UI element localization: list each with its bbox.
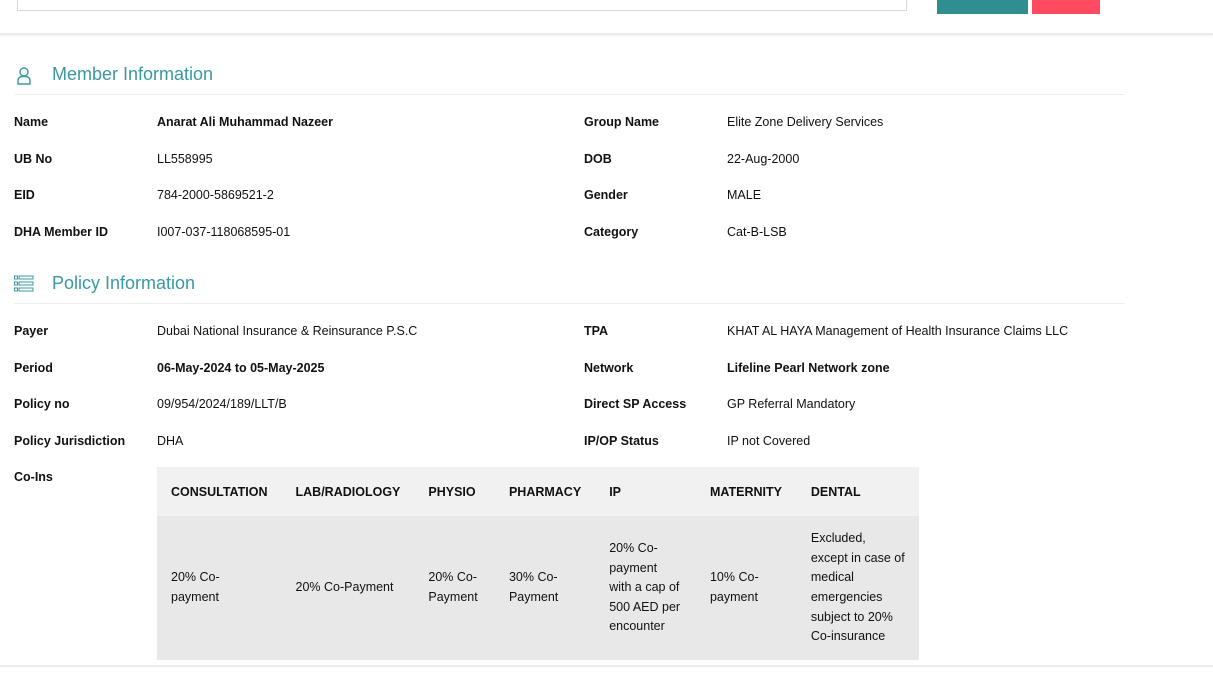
field-label: DOB	[584, 151, 612, 166]
user-icon	[17, 67, 31, 85]
field-label: Network	[584, 360, 634, 375]
coins-value: 30% Co-Payment	[494, 516, 596, 660]
coins-value: 20% Co-Payment	[414, 516, 495, 660]
field-value: Cat-B-LSB	[727, 224, 787, 239]
coinsurance-table: CONSULTATION LAB/RADIOLOGY PHYSIO PHARMACY I…	[157, 467, 919, 660]
coins-header: PHYSIO	[414, 467, 495, 516]
section-title: Member Information	[52, 64, 214, 84]
field-label: Direct SP Access	[584, 397, 687, 411]
coins-value: 20% Co-Payment	[281, 516, 415, 660]
search-input[interactable]	[17, 0, 907, 11]
coins-value: 20% Co-payment with a cap of 500 AED per…	[595, 516, 696, 660]
reset-button[interactable]	[1032, 0, 1100, 14]
field-label: Name	[14, 115, 49, 129]
field-value: 09/954/2024/189/LLT/B	[157, 397, 287, 411]
field-value: Elite Zone Delivery Services	[727, 115, 884, 129]
divider	[0, 665, 1213, 667]
field-label: EID	[14, 188, 35, 202]
divider	[0, 33, 1213, 35]
field-value: Lifeline Pearl Network zone	[727, 360, 890, 375]
coins-header: IP	[595, 467, 696, 516]
member-information-header: Member Information	[14, 64, 1125, 95]
coins-label: Co-Ins	[14, 470, 53, 484]
coins-header: CONSULTATION	[157, 467, 282, 516]
coins-header: LAB/RADIOLOGY	[281, 467, 415, 516]
field-label: DHA Member ID	[14, 224, 108, 239]
field-value: 784-2000-5869521-2	[157, 188, 274, 202]
field-label: Group Name	[584, 115, 660, 129]
coins-header: MATERNITY	[695, 467, 797, 516]
field-label: Policy no	[14, 397, 70, 411]
field-label: Category	[584, 224, 639, 239]
policy-information-header: Policy Information	[14, 273, 1125, 304]
field-value: IP not Covered	[727, 433, 811, 448]
field-label: Policy Jurisdiction	[14, 433, 126, 448]
field-value: Dubai National Insurance & Reinsurance P…	[157, 324, 418, 338]
field-label: Gender	[584, 188, 628, 202]
field-label: TPA	[584, 324, 609, 338]
field-value: MALE	[727, 188, 762, 202]
search-button[interactable]	[937, 0, 1028, 14]
field-value: 06-May-2024 to 05-May-2025	[157, 360, 325, 375]
field-value: I007-037-118068595-01	[157, 224, 291, 239]
field-value: GP Referral Mandatory	[727, 397, 856, 411]
field-value: KHAT AL HAYA Management of Health Insura…	[727, 324, 1069, 338]
coins-header: PHARMACY	[494, 467, 596, 516]
coins-header: DENTAL	[796, 467, 919, 516]
field-label: UB No	[14, 151, 53, 166]
coins-value: 10% Co-payment	[695, 516, 797, 660]
field-label: IP/OP Status	[584, 433, 659, 448]
field-label: Period	[14, 360, 53, 375]
field-value: 22-Aug-2000	[727, 151, 800, 166]
list-icon	[14, 275, 34, 292]
section-title: Policy Information	[52, 273, 196, 293]
coins-value: 20% Co-payment	[157, 516, 282, 660]
field-value: DHA	[157, 433, 184, 448]
coins-value: Excluded, except in case of medical emer…	[796, 516, 919, 660]
field-value: Anarat Ali Muhammad Nazeer	[157, 115, 333, 129]
field-label: Payer	[14, 324, 49, 338]
field-value: LL558995	[157, 151, 213, 166]
